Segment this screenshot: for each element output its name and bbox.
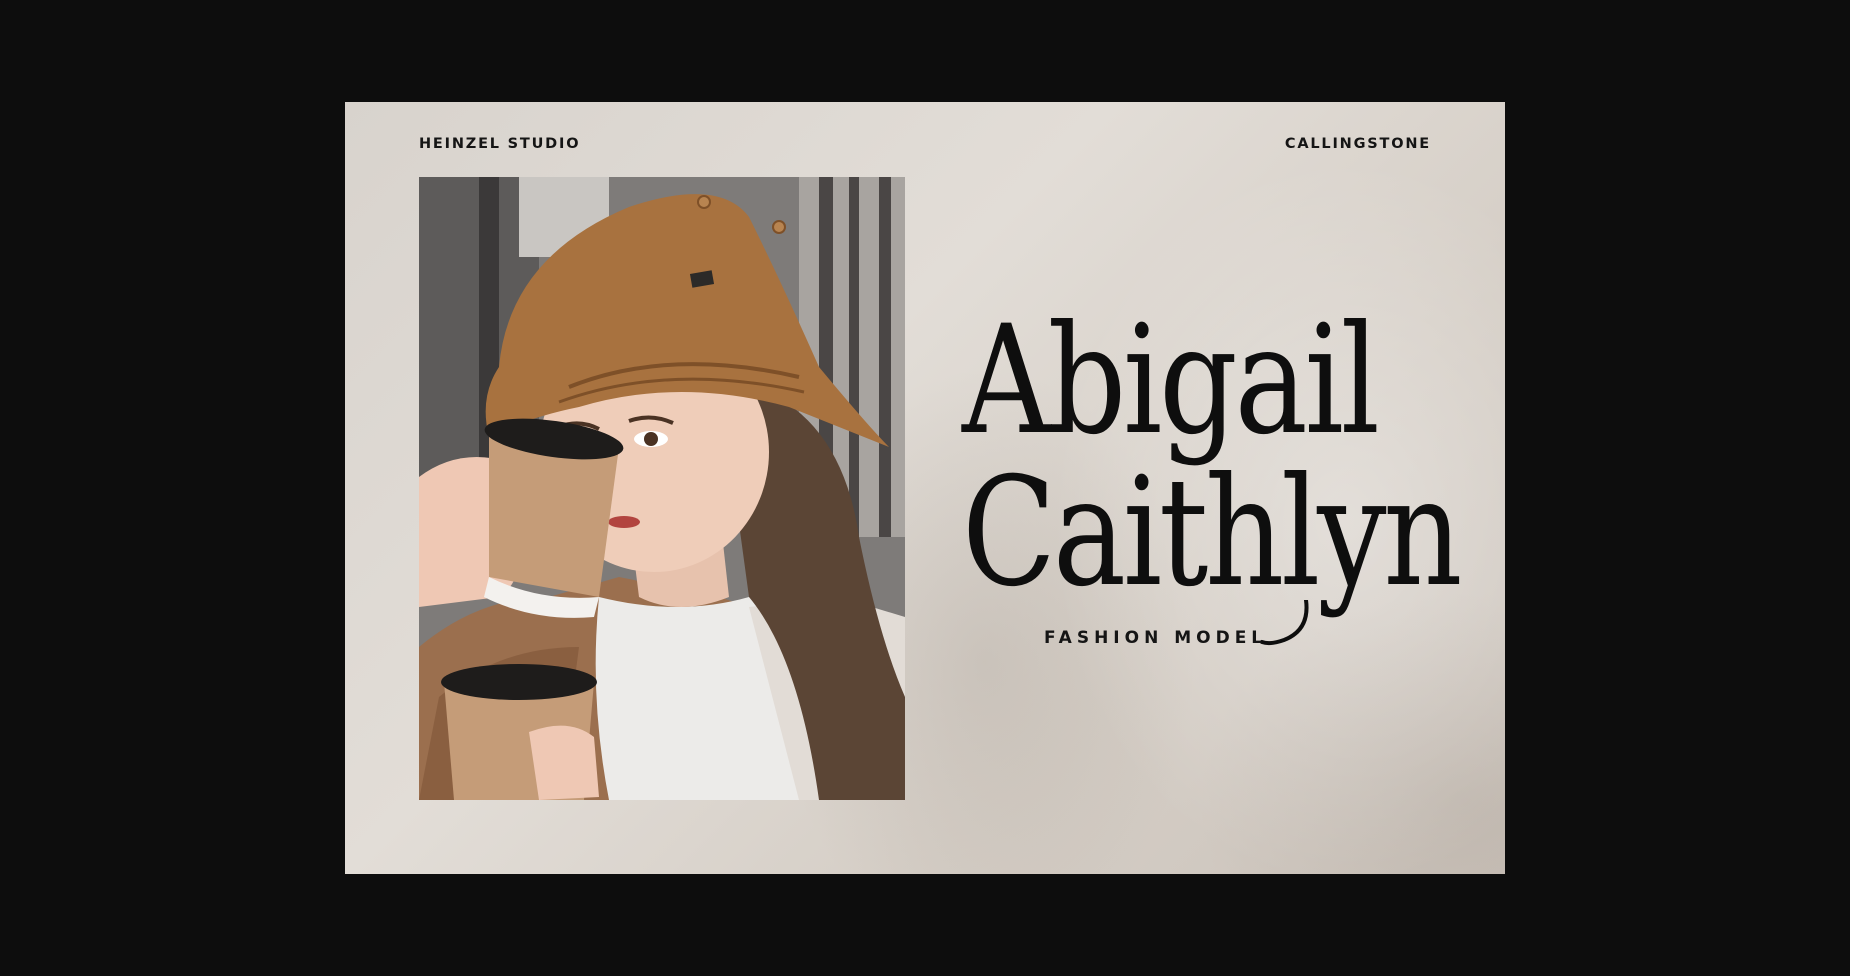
model-role: FASHION MODEL — [1044, 628, 1268, 648]
model-photo-illustration — [419, 177, 905, 800]
model-last-name: Caithlyn — [962, 446, 1463, 620]
model-name: Abigail Caithlyn — [962, 306, 1568, 608]
model-first-name: Abigail — [962, 294, 1380, 468]
model-photo — [419, 177, 905, 800]
studio-name: HEINZEL STUDIO — [419, 136, 581, 152]
brand-name: CALLINGSTONE — [1284, 136, 1431, 152]
